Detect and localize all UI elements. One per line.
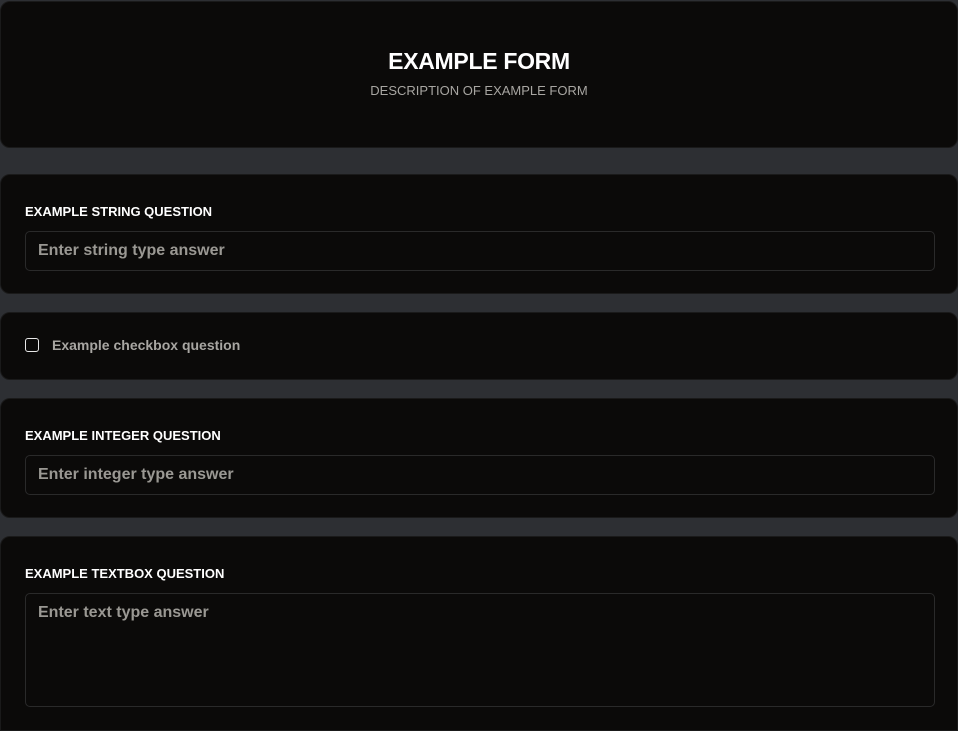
integer-question-card: EXAMPLE INTEGER QUESTION	[0, 398, 958, 518]
textbox-question-label: EXAMPLE TEXTBOX QUESTION	[25, 566, 225, 581]
form-title: EXAMPLE FORM	[388, 48, 570, 74]
integer-answer-input[interactable]	[25, 455, 935, 495]
textbox-answer-textarea[interactable]	[25, 593, 935, 707]
checkbox-input[interactable]	[25, 338, 39, 352]
form-description: DESCRIPTION OF EXAMPLE FORM	[370, 83, 588, 98]
string-question-label: EXAMPLE STRING QUESTION	[25, 204, 213, 219]
string-question-card: EXAMPLE STRING QUESTION	[0, 174, 958, 294]
checkbox-question-label[interactable]: Example checkbox question	[52, 337, 240, 353]
form-header-card: EXAMPLE FORM DESCRIPTION OF EXAMPLE FORM	[0, 1, 958, 148]
string-answer-input[interactable]	[25, 231, 935, 271]
textbox-question-card: EXAMPLE TEXTBOX QUESTION	[0, 536, 958, 731]
checkbox-question-card: Example checkbox question	[0, 312, 958, 380]
integer-question-label: EXAMPLE INTEGER QUESTION	[25, 428, 221, 443]
checkbox-row[interactable]: Example checkbox question	[25, 337, 240, 353]
